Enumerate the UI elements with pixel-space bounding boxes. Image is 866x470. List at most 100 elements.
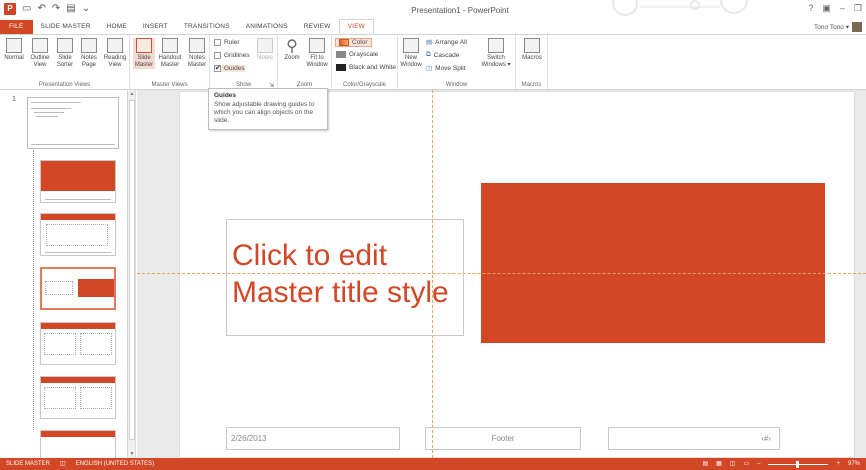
zoom-in-icon[interactable]: + <box>836 458 840 470</box>
customize-qat-icon[interactable]: ⌄ <box>82 3 90 15</box>
reading-view-button[interactable]: Reading View <box>102 38 128 69</box>
layout-connector <box>33 150 34 430</box>
tooltip-body: Show adjustable drawing guides to which … <box>214 101 315 124</box>
slide-master-button[interactable]: Slide Master <box>133 38 155 69</box>
tab-review[interactable]: REVIEW <box>296 20 339 34</box>
layout-thumbnail[interactable] <box>40 430 116 458</box>
help-icon[interactable]: ? <box>808 3 813 14</box>
ribbon-display-options-icon[interactable]: ▣ <box>822 3 831 14</box>
zoom-button[interactable]: ⚲ Zoom <box>281 38 303 62</box>
user-account[interactable]: Tono Tono ▾ <box>814 22 862 32</box>
notes-master-button[interactable]: Notes Master <box>185 38 209 69</box>
grayscale-swatch-icon <box>336 51 346 58</box>
black-white-swatch-icon <box>336 64 346 71</box>
tab-file[interactable]: FILE <box>0 20 33 34</box>
switch-windows-button[interactable]: Switch Windows ▾ <box>480 38 512 69</box>
start-from-beginning-icon[interactable]: ▤ <box>66 3 75 15</box>
master-slide-thumbnail[interactable] <box>27 97 119 149</box>
powerpoint-logo-icon[interactable]: P <box>4 3 16 15</box>
gridlines-checkbox-box[interactable] <box>214 52 221 59</box>
slide-sorter-button[interactable]: Slide Sorter <box>54 38 76 69</box>
tab-view[interactable]: VIEW <box>338 19 374 34</box>
group-label: Presentation Views <box>38 82 91 88</box>
save-icon[interactable]: ▭ <box>22 3 31 15</box>
tab-insert[interactable]: INSERT <box>135 20 176 34</box>
new-window-button[interactable]: New Window <box>400 38 422 69</box>
thumb-red-block <box>41 161 115 191</box>
handout-master-button[interactable]: Handout Master <box>157 38 183 69</box>
title-placeholder[interactable]: Click to edit Master title style <box>226 219 464 336</box>
reading-view-status-icon[interactable]: ◫ <box>730 458 736 470</box>
restore-icon[interactable]: ❐ <box>854 3 862 14</box>
scrollbar-thumb[interactable] <box>129 100 135 440</box>
color-button[interactable]: Color <box>335 38 372 47</box>
thumb-footer-line <box>45 199 111 200</box>
slide-number-placeholder[interactable]: ‹#› <box>608 427 780 450</box>
layout-thumbnail[interactable] <box>40 213 116 256</box>
user-name[interactable]: Tono Tono ▾ <box>814 23 849 31</box>
move-split-button[interactable]: ◫ Move Split <box>426 64 466 73</box>
handout-master-icon <box>162 38 178 53</box>
title-line-1[interactable]: Click to edit <box>232 237 458 274</box>
arrange-all-button[interactable]: ▤ Arrange All <box>426 38 467 47</box>
scroll-up-icon[interactable]: ▲ <box>128 90 136 98</box>
spelling-icon[interactable]: ◫ <box>60 458 66 470</box>
macros-button[interactable]: Macros <box>520 38 544 62</box>
thumb-text-line <box>31 108 71 109</box>
title-line-2[interactable]: Master title style <box>232 274 458 311</box>
footer-placeholder[interactable]: Footer <box>425 427 581 450</box>
guides-checkbox[interactable]: ✔ Guides <box>214 65 245 72</box>
checkmark-icon[interactable]: ✔ <box>214 65 221 72</box>
quick-access-toolbar: P ▭ ↶ ↷ ▤ ⌄ <box>4 3 90 15</box>
zoom-out-icon[interactable]: – <box>757 458 760 470</box>
fit-to-window-button[interactable]: Fit to Window <box>304 38 330 69</box>
status-language[interactable]: ENGLISH (UNITED STATES) <box>76 458 154 470</box>
avatar[interactable] <box>852 22 862 32</box>
zoom-slider[interactable] <box>768 460 829 468</box>
notes-page-button[interactable]: Notes Page <box>78 38 100 69</box>
layout-thumbnail-selected[interactable] <box>40 267 116 310</box>
status-bar: SLIDE MASTER ◫ ENGLISH (UNITED STATES) ▤… <box>0 458 866 470</box>
thumb-content-box <box>46 224 108 246</box>
ruler-checkbox-box[interactable] <box>214 39 221 46</box>
thumbnail-scrollbar[interactable]: ▲ ▼ <box>128 90 136 458</box>
slide-sorter-status-icon[interactable]: ▦ <box>716 458 722 470</box>
tab-animations[interactable]: ANIMATIONS <box>238 20 296 34</box>
notes-button[interactable]: Notes <box>256 38 274 62</box>
outline-view-button[interactable]: Outline View <box>28 38 52 69</box>
group-macros: Macros Macros <box>516 35 548 89</box>
date-placeholder[interactable]: 2/26/2013 <box>226 427 400 450</box>
group-show: Ruler Gridlines ✔ Guides Notes Show ⇲ <box>210 35 278 89</box>
normal-view-status-icon[interactable]: ▤ <box>702 458 708 470</box>
undo-icon[interactable]: ↶ <box>37 3 45 15</box>
guides-tooltip: Guides Show adjustable drawing guides to… <box>208 88 328 130</box>
red-rectangle-shape[interactable] <box>481 183 825 343</box>
group-label: Color/Grayscale <box>342 82 386 88</box>
fit-to-window-icon <box>309 38 325 53</box>
gridlines-checkbox[interactable]: Gridlines <box>214 52 250 59</box>
slide-number: 1 <box>12 96 16 103</box>
tab-home[interactable]: HOME <box>99 20 135 34</box>
cascade-button[interactable]: ⧉ Cascade <box>426 51 459 59</box>
scroll-down-icon[interactable]: ▼ <box>128 450 136 458</box>
layout-thumbnail[interactable] <box>40 376 116 419</box>
black-and-white-button[interactable]: Black and White <box>336 64 396 71</box>
zoom-level[interactable]: 97% <box>848 458 860 470</box>
zoom-slider-knob[interactable] <box>796 460 800 468</box>
slideshow-status-icon[interactable]: ▭ <box>743 458 749 470</box>
arrange-all-icon: ▤ <box>426 39 433 46</box>
ribbon: Normal Outline View Slide Sorter Notes P… <box>0 34 866 90</box>
window-controls: ? ▣ – ❐ <box>808 3 862 14</box>
ruler-checkbox[interactable]: Ruler <box>214 39 240 46</box>
new-window-icon <box>403 38 419 53</box>
redo-icon[interactable]: ↷ <box>52 3 60 15</box>
layout-thumbnail[interactable] <box>40 322 116 365</box>
minimize-icon[interactable]: – <box>840 3 845 14</box>
tab-transitions[interactable]: TRANSITIONS <box>176 20 238 34</box>
layout-thumbnail[interactable] <box>40 160 116 203</box>
grayscale-button[interactable]: Grayscale <box>336 51 378 58</box>
title-text[interactable]: Click to edit Master title style <box>232 237 458 311</box>
tab-slide-master[interactable]: SLIDE MASTER <box>33 20 99 34</box>
normal-view-button[interactable]: Normal <box>2 38 26 62</box>
thumb-content-box <box>44 333 76 355</box>
